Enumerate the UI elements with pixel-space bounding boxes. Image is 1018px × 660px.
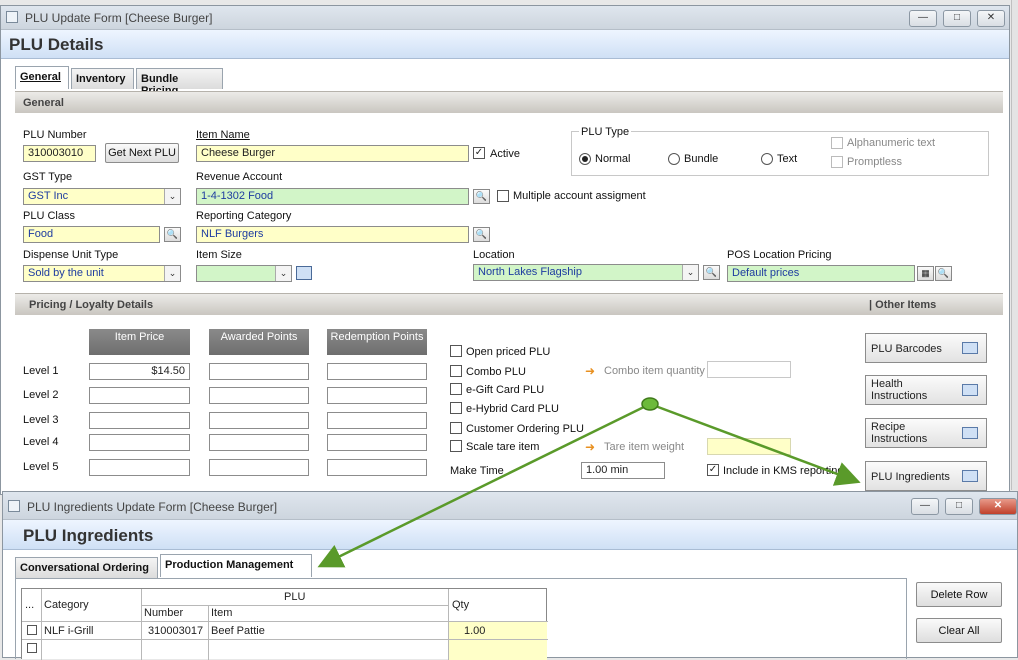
annotation-arrows xyxy=(317,397,861,568)
arrow-to-plu-ingredients xyxy=(649,402,861,486)
arrow-to-production-tab xyxy=(317,402,651,568)
arrow-origin-dot xyxy=(641,397,659,411)
